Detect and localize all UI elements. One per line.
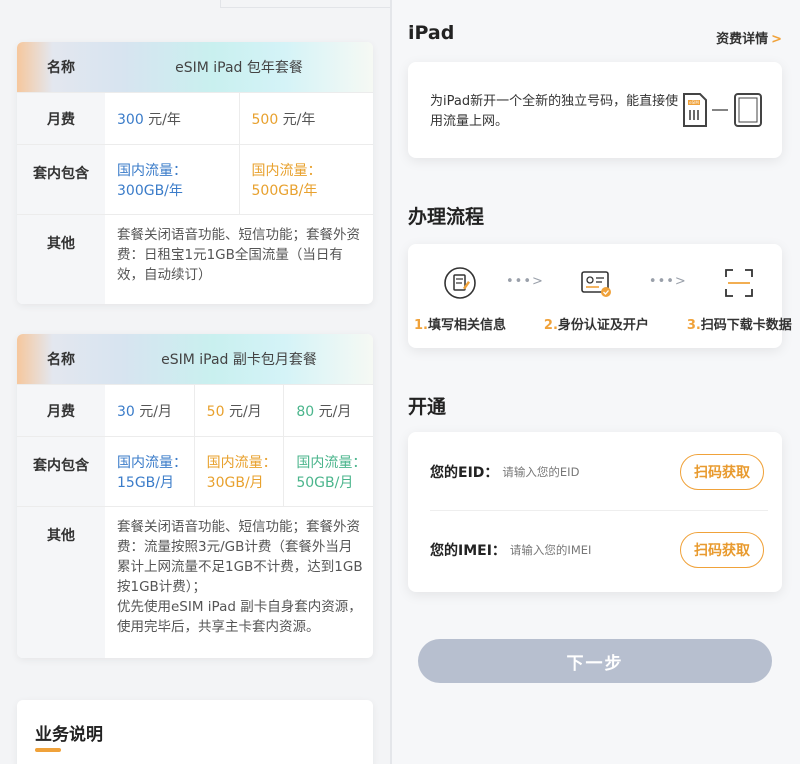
included-amount: 30GB/月: [206, 475, 264, 491]
process-title: 办理流程: [408, 206, 485, 228]
step-number: 3.: [686, 318, 701, 333]
plan-title: eSIM iPad 副卡包月套餐: [161, 352, 317, 368]
included-amount: 50GB/月: [296, 475, 354, 491]
business-notes-card: 业务说明: [17, 700, 373, 764]
included-cell: 国内流量： 300GB/年: [105, 145, 239, 214]
process-step: 3.扫码下载卡数据: [687, 244, 792, 333]
other-row: 其他 套餐关闭语音功能、短信功能；套餐外资费：流量按照3元/GB计费（套餐外当月…: [17, 506, 373, 658]
included-cell: 国内流量： 30GB/月: [193, 437, 284, 506]
fee-value: 30: [117, 404, 135, 420]
plan-table-monthly: 名称 eSIM iPad 副卡包月套餐 月费 30 元/月 50 元/月 80 …: [17, 334, 373, 658]
fee-cell: 80 元/月: [283, 385, 373, 436]
id-card-verify-icon: [581, 271, 612, 297]
imei-input[interactable]: 请输入您的IMEI: [510, 542, 591, 558]
fee-unit: 元/月: [224, 404, 262, 420]
activate-card: 您的EID： 请输入您的EID 扫码获取 您的IMEI： 请输入您的IMEI 扫…: [408, 432, 782, 592]
sim-label: eSIM: [689, 100, 699, 105]
plan-header: 名称 eSIM iPad 副卡包月套餐: [17, 334, 373, 384]
fee-details-link[interactable]: 资费详情 >: [716, 28, 782, 47]
included-cell: 国内流量： 15GB/月: [105, 437, 194, 506]
activate-title: 开通: [408, 396, 447, 418]
included-cell: 国内流量： 50GB/月: [283, 437, 373, 506]
imei-field[interactable]: 您的IMEI： 请输入您的IMEI: [430, 540, 591, 560]
field-divider: [430, 510, 768, 511]
fee-label: 月费: [17, 385, 105, 436]
ipad-panel: iPad 资费详情 > 为iPad新开一个全新的独立号码，能直接使用流量上网。 e…: [392, 0, 800, 764]
step-label: 身份认证及开户: [557, 318, 649, 333]
step-label: 扫码下载卡数据: [700, 318, 792, 333]
next-button[interactable]: 下一步: [418, 639, 772, 683]
fee-row: 月费 300 元/年 500 元/年: [17, 92, 373, 144]
top-edge: [220, 0, 390, 8]
eid-label: 您的EID：: [430, 465, 499, 481]
eid-field[interactable]: 您的EID： 请输入您的EID: [430, 462, 579, 482]
scan-eid-button[interactable]: 扫码获取: [680, 454, 764, 490]
fee-value: 500: [251, 112, 279, 128]
plan-header: 名称 eSIM iPad 包年套餐: [17, 42, 373, 92]
fee-unit: 元/月: [134, 404, 172, 420]
other-text: 套餐关闭语音功能、短信功能；套餐外资费：流量按照3元/GB计费（套餐外当月累计上…: [117, 519, 363, 635]
fee-unit: 元/年: [143, 112, 181, 128]
plan-name-label: 名称: [47, 352, 75, 368]
included-row: 套内包含 国内流量： 15GB/月 国内流量： 30GB/月 国内流量： 50G…: [17, 436, 373, 506]
other-label: 其他: [17, 507, 105, 658]
fee-unit: 元/年: [278, 112, 316, 128]
scan-download-icon: [725, 269, 754, 297]
form-edit-icon: [444, 267, 476, 299]
plan-title: eSIM iPad 包年套餐: [175, 60, 303, 76]
included-cell: 国内流量： 500GB/年: [238, 145, 374, 214]
fee-cell: 30 元/月: [105, 385, 194, 436]
included-line: 国内流量：: [117, 163, 187, 179]
business-notes-title: 业务说明: [35, 725, 103, 745]
fee-cell: 300 元/年: [105, 93, 239, 144]
imei-label: 您的IMEI：: [430, 543, 506, 559]
esim-ipad-illustration: eSIM: [680, 92, 770, 128]
fee-value: 50: [206, 404, 225, 420]
fee-cell: 500 元/年: [238, 93, 374, 144]
fee-unit: 元/月: [314, 404, 352, 420]
plan-table-annual: 名称 eSIM iPad 包年套餐 月费 300 元/年 500 元/年 套内包…: [17, 42, 373, 304]
step-number: 2.: [543, 318, 558, 333]
ipad-title: iPad: [408, 22, 455, 44]
process-step: 1.填写相关信息: [414, 244, 506, 333]
included-line: 国内流量：: [206, 455, 277, 471]
fee-value: 300: [117, 112, 144, 128]
fee-details-label: 资费详情: [716, 32, 769, 47]
process-step: 2.身份认证及开户: [544, 244, 649, 333]
included-amount: 500GB/年: [251, 183, 318, 199]
included-line: 国内流量：: [117, 455, 187, 471]
fee-value: 80: [296, 404, 315, 420]
fee-label: 月费: [17, 93, 105, 144]
included-amount: 300GB/年: [117, 183, 183, 199]
included-amount: 15GB/月: [117, 475, 174, 491]
chevron-right-icon: >: [771, 32, 782, 47]
included-label: 套内包含: [17, 437, 105, 506]
step-connector: •••>: [506, 274, 544, 289]
ipad-intro-card: 为iPad新开一个全新的独立号码，能直接使用流量上网。 eSIM: [408, 62, 782, 158]
included-line: 国内流量：: [251, 163, 322, 179]
included-row: 套内包含 国内流量： 300GB/年 国内流量： 500GB/年: [17, 144, 373, 214]
step-connector: •••>: [648, 274, 687, 289]
plans-panel: 名称 eSIM iPad 包年套餐 月费 300 元/年 500 元/年 套内包…: [0, 0, 392, 764]
other-label: 其他: [17, 215, 105, 304]
process-card: 1.填写相关信息 •••> 2.身份认证及开户 •••> 3.扫码下载卡数据: [408, 244, 792, 348]
step-number: 1.: [414, 318, 428, 333]
other-text: 套餐关闭语音功能、短信功能；套餐外资费：日租宝1元1GB全国流量（当日有效，自动…: [117, 227, 360, 283]
eid-input[interactable]: 请输入您的EID: [502, 464, 579, 480]
esim-to-ipad-icon: eSIM: [683, 93, 762, 127]
fee-row: 月费 30 元/月 50 元/月 80 元/月: [17, 384, 373, 436]
step-label: 填写相关信息: [427, 318, 506, 333]
fee-cell: 50 元/月: [193, 385, 284, 436]
scan-imei-button[interactable]: 扫码获取: [680, 532, 764, 568]
ipad-description: 为iPad新开一个全新的独立号码，能直接使用流量上网。: [430, 94, 679, 129]
included-line: 国内流量：: [296, 455, 367, 471]
included-label: 套内包含: [17, 145, 105, 214]
other-row: 其他 套餐关闭语音功能、短信功能；套餐外资费：日租宝1元1GB全国流量（当日有效…: [17, 214, 373, 304]
title-underline: [35, 748, 61, 752]
plan-name-label: 名称: [47, 60, 75, 76]
